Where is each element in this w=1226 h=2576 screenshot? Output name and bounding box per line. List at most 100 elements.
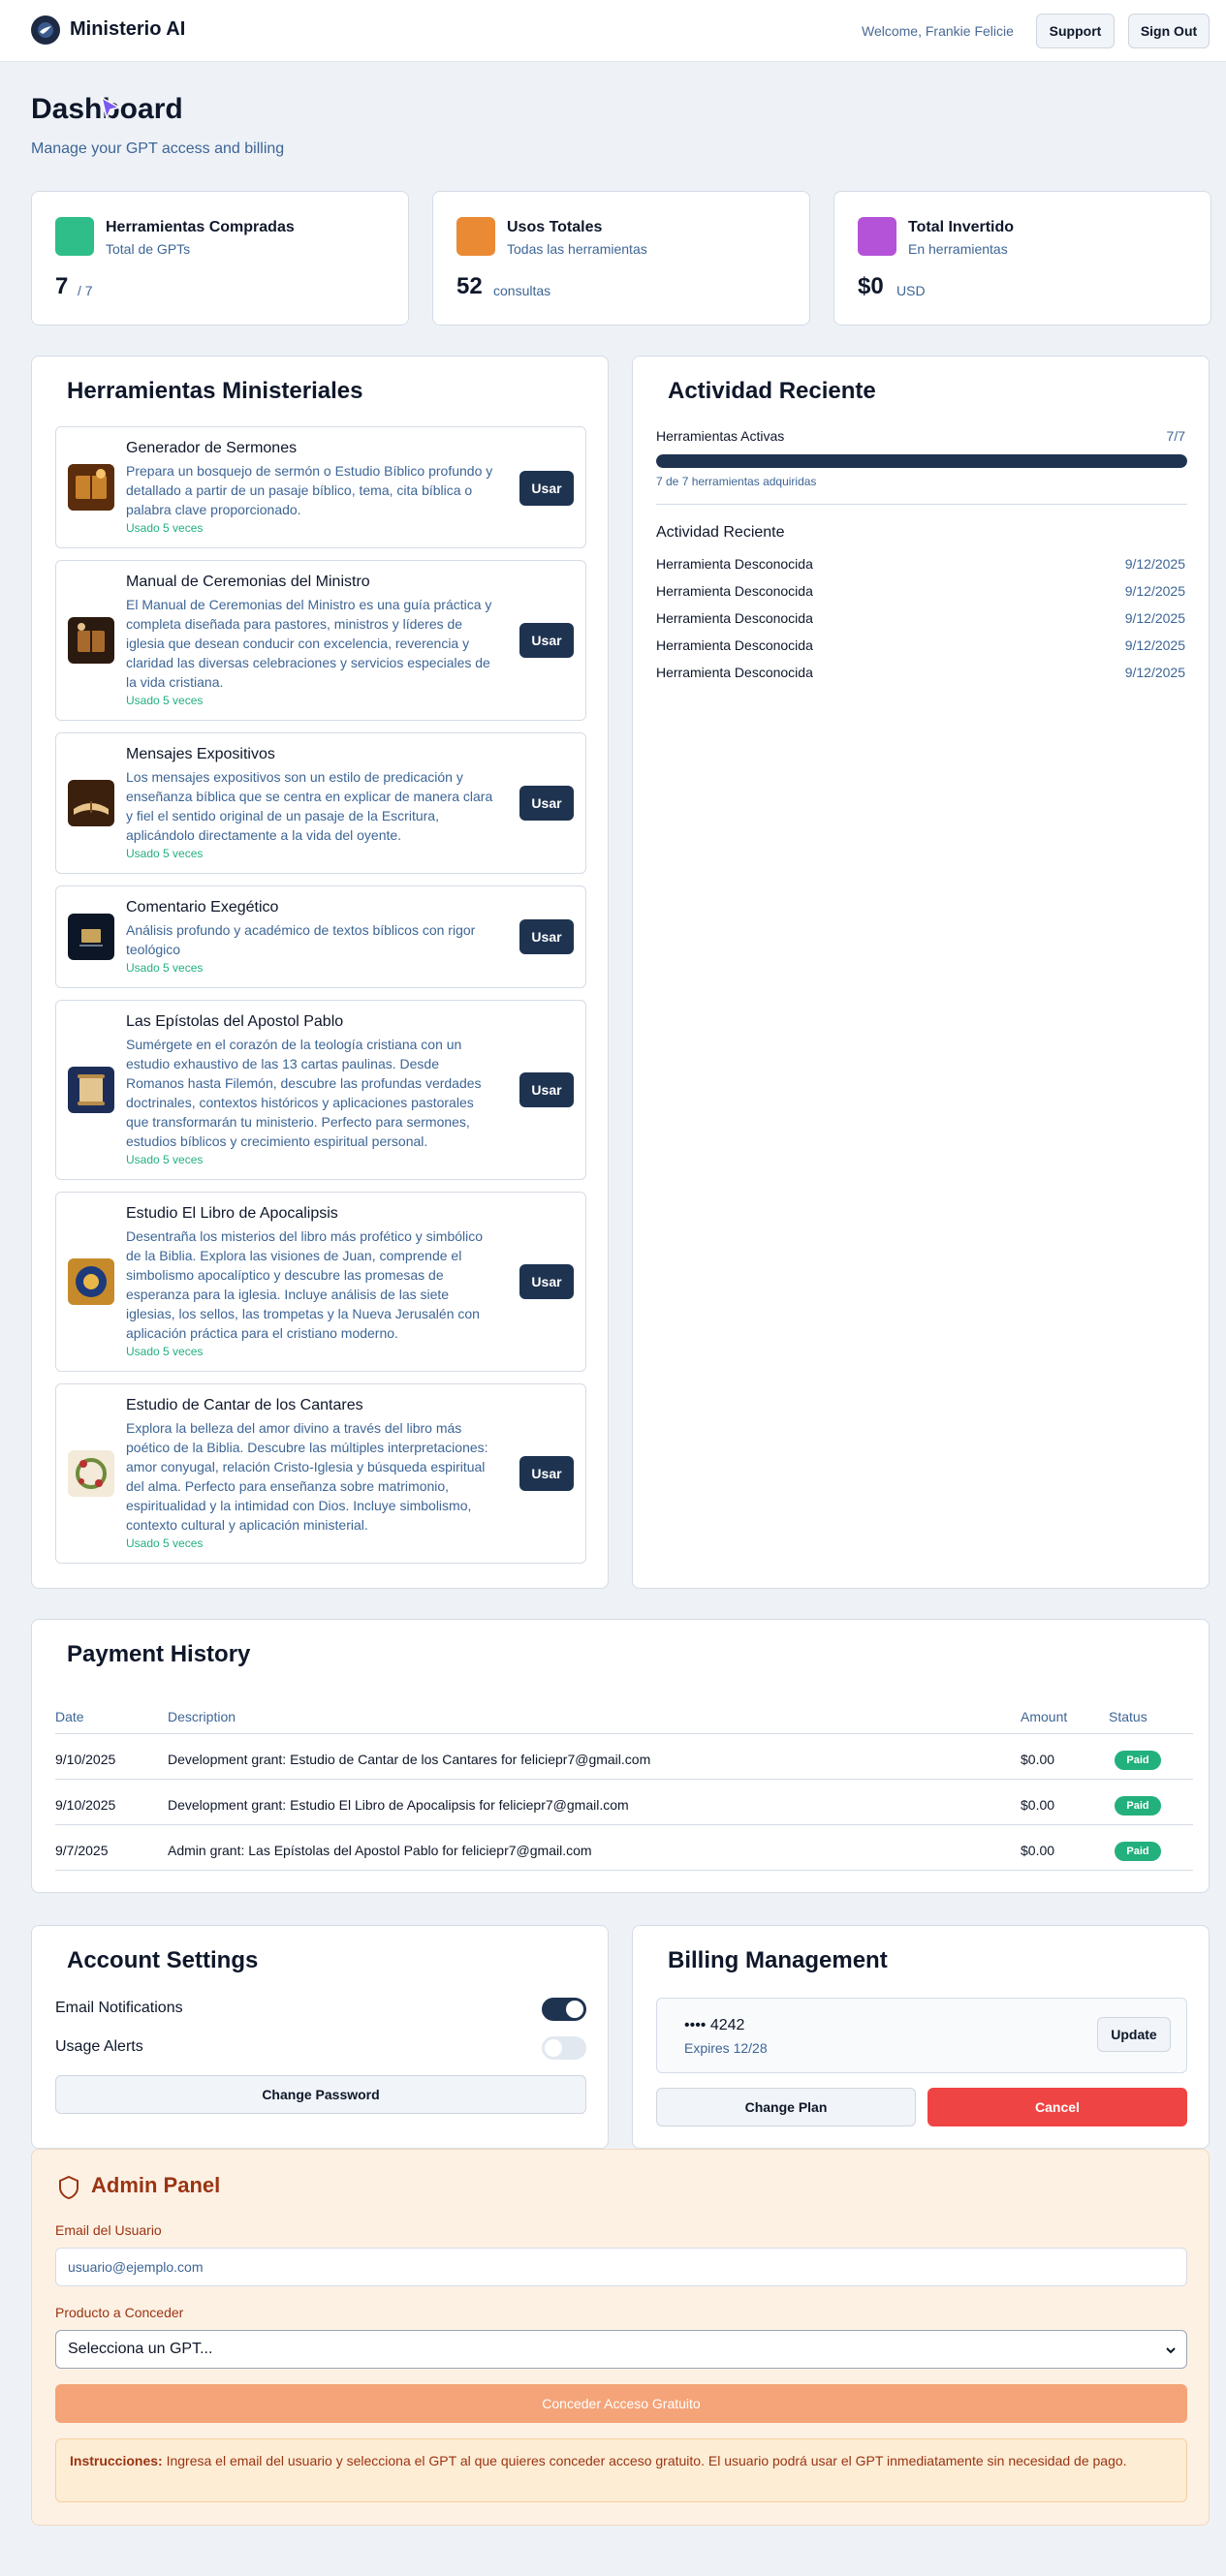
table-divider <box>55 1733 1193 1734</box>
use-tool-button[interactable]: Usar <box>519 471 574 506</box>
use-tool-button[interactable]: Usar <box>519 1456 574 1491</box>
use-tool-button[interactable]: Usar <box>519 786 574 821</box>
tool-name: Las Epístolas del Apostol Pablo <box>126 1013 344 1030</box>
usage-alerts-label: Usage Alerts <box>55 2038 143 2055</box>
column-header-description: Description <box>168 1709 236 1724</box>
tool-description: Explora la belleza del amor divino a tra… <box>126 1420 488 1533</box>
activity-item-label: Herramienta Desconocida <box>656 610 813 626</box>
progress-fill <box>656 454 1187 468</box>
payment-amount: $0.00 <box>1021 1752 1055 1767</box>
stat-card-total-invested: Total Invertido En herramientas $0 USD <box>833 191 1211 326</box>
activity-item-label: Herramienta Desconocida <box>656 583 813 599</box>
tool-card: Comentario Exegético Análisis profundo y… <box>55 885 586 988</box>
tool-name: Estudio El Libro de Apocalipsis <box>126 1205 338 1222</box>
table-divider <box>55 1870 1193 1871</box>
account-settings-title: Account Settings <box>67 1947 259 1973</box>
stat-title: Herramientas Compradas <box>106 219 295 235</box>
app-name: Ministerio AI <box>70 18 186 40</box>
top-header: Ministerio AI Welcome, Frankie Felicie S… <box>0 0 1226 62</box>
stat-value: 52 <box>456 273 483 299</box>
sermon-book-icon <box>68 464 114 511</box>
activity-panel-title: Actividad Reciente <box>668 378 876 404</box>
stat-unit: / 7 <box>78 283 93 298</box>
tool-usage-count: Usado 5 veces <box>126 521 204 535</box>
activity-item-label: Herramienta Desconocida <box>656 665 813 680</box>
product-select-value: Selecciona un GPT... <box>68 2341 213 2357</box>
product-select[interactable]: Selecciona un GPT... <box>55 2330 1187 2369</box>
tool-card: Generador de Sermones Prepara un bosquej… <box>55 426 586 548</box>
cancel-subscription-button[interactable]: Cancel <box>927 2088 1187 2126</box>
tool-card: Las Epístolas del Apostol Pablo Sumérget… <box>55 1000 586 1180</box>
tool-usage-count: Usado 5 veces <box>126 1345 204 1358</box>
change-password-button[interactable]: Change Password <box>55 2075 586 2114</box>
use-tool-button[interactable]: Usar <box>519 623 574 658</box>
tool-name: Estudio de Cantar de los Cantares <box>126 1397 363 1413</box>
payment-date: 9/7/2025 <box>55 1843 109 1858</box>
tool-usage-count: Usado 5 veces <box>126 961 204 975</box>
stat-value: 7 <box>55 273 69 299</box>
sign-out-button[interactable]: Sign Out <box>1128 14 1210 48</box>
tool-usage-count: Usado 5 veces <box>126 847 204 860</box>
active-tools-value: 7/7 <box>1166 428 1185 444</box>
tool-name: Generador de Sermones <box>126 440 298 456</box>
email-notifications-label: Email Notifications <box>55 2000 183 2016</box>
user-email-input[interactable]: usuario@ejemplo.com <box>55 2248 1187 2286</box>
status-badge: Paid <box>1115 1751 1161 1770</box>
payment-date: 9/10/2025 <box>55 1797 116 1813</box>
payment-description: Development grant: Estudio de Cantar de … <box>168 1752 651 1767</box>
status-badge: Paid <box>1115 1842 1161 1861</box>
stat-subtitle: Todas las herramientas <box>507 241 647 257</box>
ceremony-book-icon <box>68 617 114 664</box>
invested-stat-icon <box>858 217 896 256</box>
usage-alerts-toggle[interactable] <box>542 2036 586 2060</box>
stat-card-tools-purchased: Herramientas Compradas Total de GPTs 7 /… <box>31 191 409 326</box>
activity-item-date: 9/12/2025 <box>1124 556 1185 572</box>
tool-description: Desentraña los misterios del libro más p… <box>126 1228 484 1341</box>
stat-title: Total Invertido <box>908 219 1015 235</box>
tools-panel-title: Herramientas Ministeriales <box>67 378 363 404</box>
welcome-text: Welcome, Frankie Felicie <box>862 23 1014 39</box>
uses-stat-icon <box>456 217 495 256</box>
column-header-date: Date <box>55 1709 84 1724</box>
tool-description: Los mensajes expositivos son un estilo d… <box>126 769 493 843</box>
support-button[interactable]: Support <box>1036 14 1115 48</box>
tool-card: Mensajes Expositivos Los mensajes exposi… <box>55 732 586 874</box>
tool-card: Estudio El Libro de Apocalipsis Desentra… <box>55 1192 586 1372</box>
payment-method-card: •••• 4242 Expires 12/28 Update <box>656 1998 1187 2073</box>
stat-title: Usos Totales <box>507 219 603 235</box>
stat-unit: USD <box>896 283 926 298</box>
payment-date: 9/10/2025 <box>55 1752 116 1767</box>
activity-item-label: Herramienta Desconocida <box>656 637 813 653</box>
tool-usage-count: Usado 5 veces <box>126 1536 204 1550</box>
email-notifications-toggle[interactable] <box>542 1998 586 2021</box>
column-header-status: Status <box>1109 1709 1147 1724</box>
tool-usage-count: Usado 5 veces <box>126 694 204 707</box>
status-badge: Paid <box>1115 1796 1161 1816</box>
activity-panel: Actividad Reciente Herramientas Activas … <box>632 356 1210 1589</box>
tool-description: Prepara un bosquejo de sermón o Estudio … <box>126 463 493 517</box>
table-divider <box>55 1824 1193 1825</box>
change-plan-button[interactable]: Change Plan <box>656 2088 916 2126</box>
dove-icon <box>38 22 53 38</box>
grant-access-button[interactable]: Conceder Acceso Gratuito <box>55 2384 1187 2423</box>
active-tools-progress-bar <box>656 454 1187 468</box>
payment-history-title: Payment History <box>67 1641 251 1667</box>
tool-name: Comentario Exegético <box>126 899 279 916</box>
tools-panel: Herramientas Ministeriales Generador de … <box>31 356 609 1589</box>
rose-wreath-icon <box>68 1450 114 1497</box>
use-tool-button[interactable]: Usar <box>519 1264 574 1299</box>
instructions-text: Ingresa el email del usuario y seleccion… <box>162 2453 1127 2468</box>
chevron-down-icon <box>1166 2347 1176 2354</box>
progress-note: 7 de 7 herramientas adquiridas <box>656 475 817 488</box>
use-tool-button[interactable]: Usar <box>519 919 574 954</box>
recent-activity-heading: Actividad Reciente <box>656 524 785 541</box>
tool-description: El Manual de Ceremonias del Ministro es … <box>126 597 492 690</box>
payment-amount: $0.00 <box>1021 1797 1055 1813</box>
tool-usage-count: Usado 5 veces <box>126 1153 204 1166</box>
card-expiry: Expires 12/28 <box>684 2040 768 2056</box>
update-card-button[interactable]: Update <box>1097 2017 1171 2052</box>
use-tool-button[interactable]: Usar <box>519 1072 574 1107</box>
activity-item-label: Herramienta Desconocida <box>656 556 813 572</box>
payment-description: Admin grant: Las Epístolas del Apostol P… <box>168 1843 592 1858</box>
card-number: •••• 4242 <box>684 2017 745 2033</box>
